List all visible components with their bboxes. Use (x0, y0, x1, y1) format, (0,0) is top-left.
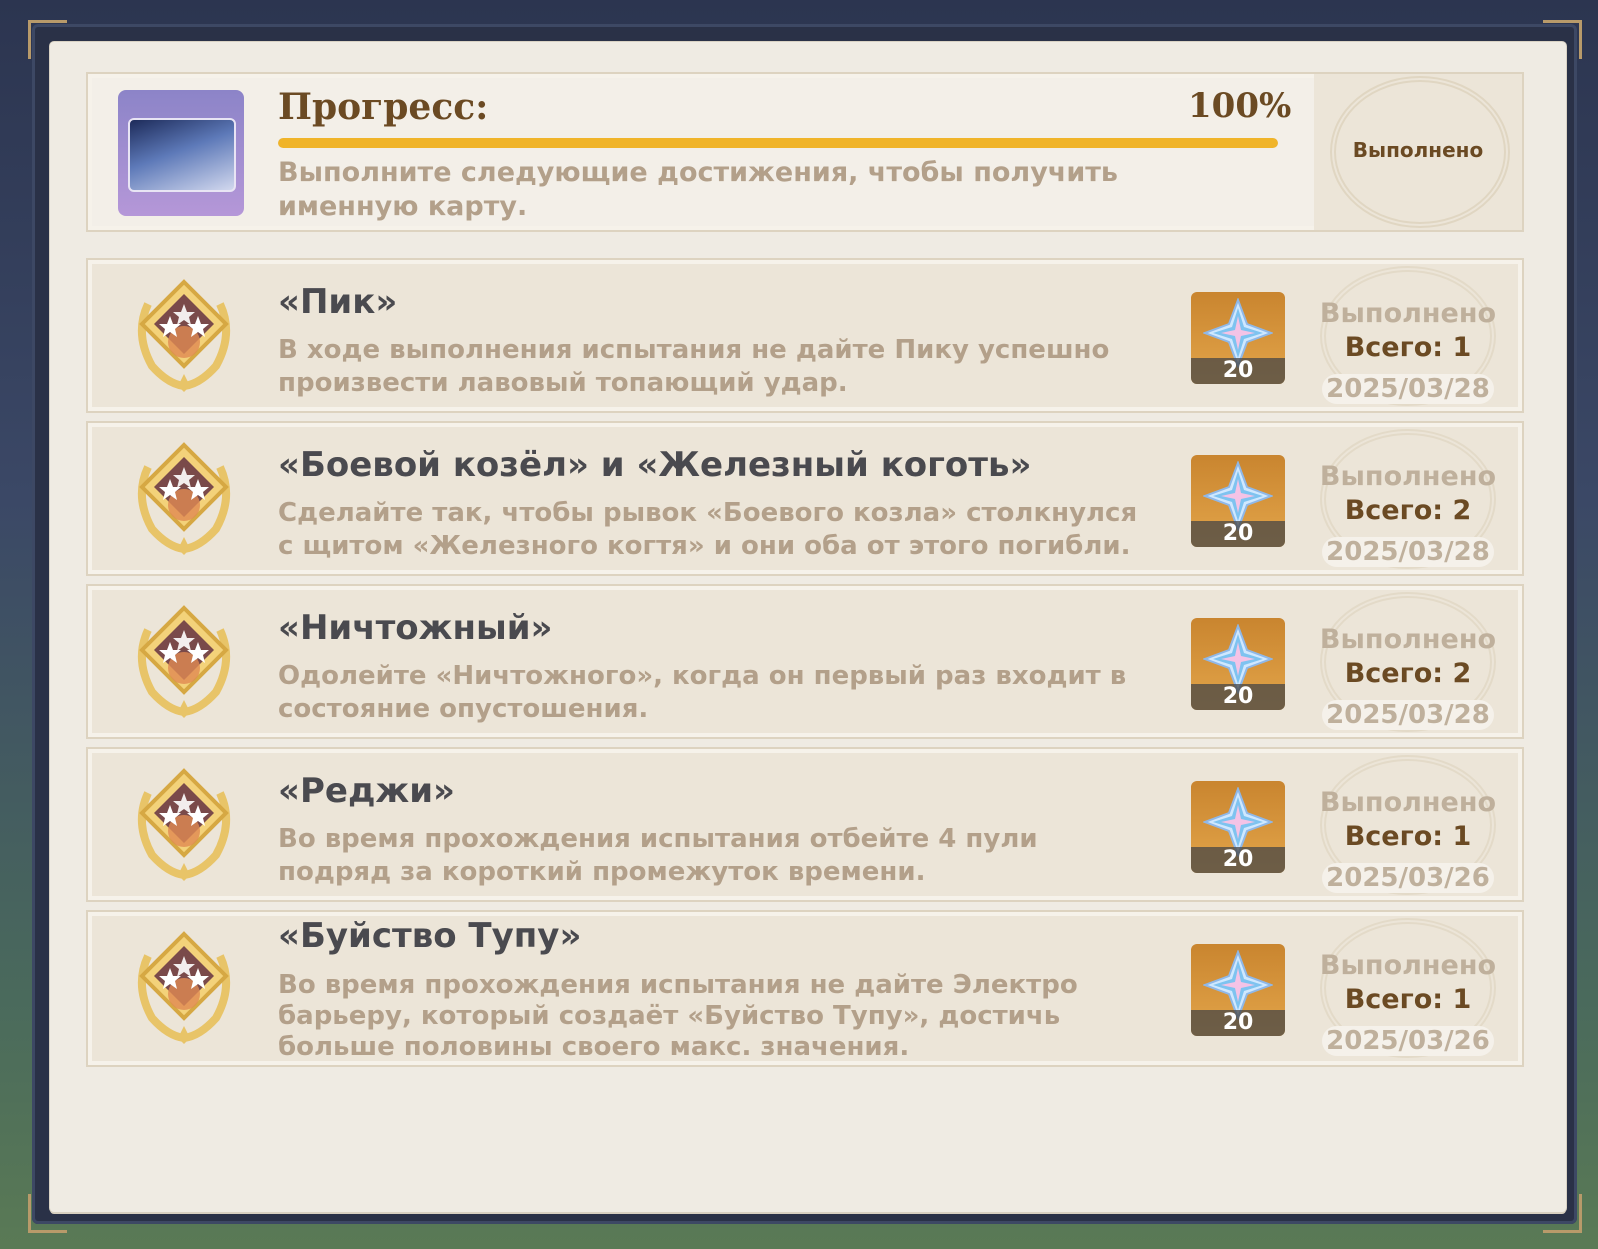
achievement-title: «Реджи» (278, 771, 456, 811)
completion-total: Всего: 1 (1344, 332, 1472, 363)
status-completed: Выполнено (1319, 461, 1497, 492)
achievement-row[interactable]: «Ничтожный» Одолейте «Ничтожного», когда… (86, 584, 1524, 739)
completion-total: Всего: 2 (1344, 658, 1472, 689)
primogem-reward[interactable]: 20 (1191, 781, 1285, 873)
reward-count: 20 (1191, 1010, 1285, 1036)
completion-date: 2025/03/28 (1322, 537, 1494, 567)
completion-status: Выполнено Всего: 1 2025/03/26 (1308, 912, 1508, 1065)
achievement-row[interactable]: «Боевой козёл» и «Железный коготь» Сдела… (86, 421, 1524, 576)
completion-status: Выполнено Всего: 2 2025/03/28 (1308, 586, 1508, 737)
completion-date: 2025/03/28 (1322, 374, 1494, 404)
reward-count: 20 (1191, 358, 1285, 384)
achievement-title: «Буйство Тупу» (278, 916, 582, 956)
completion-total: Всего: 1 (1344, 984, 1472, 1015)
completion-total: Всего: 1 (1344, 821, 1472, 852)
status-completed: Выполнено (1319, 298, 1497, 329)
namecard-preview-image (128, 118, 236, 192)
achievement-medal-icon (137, 442, 231, 555)
primogem-reward[interactable]: 20 (1191, 944, 1285, 1036)
achievement-title: «Боевой козёл» и «Железный коготь» (278, 445, 1032, 485)
achievement-description: В ходе выполнения испытания не дайте Пик… (278, 335, 1110, 398)
progress-title: Прогресс: (278, 86, 489, 128)
completion-seal-panel: Выполнено (1314, 74, 1522, 230)
primogem-reward[interactable]: 20 (1191, 292, 1285, 384)
namecard-icon[interactable] (118, 90, 244, 216)
completion-status: Выполнено Всего: 2 2025/03/28 (1308, 423, 1508, 574)
achievement-medal-icon (137, 931, 231, 1044)
achievement-row[interactable]: «Реджи» Во время прохождения испытания о… (86, 747, 1524, 902)
achievement-row[interactable]: «Буйство Тупу» Во время прохождения испы… (86, 910, 1524, 1067)
completion-date: 2025/03/28 (1322, 700, 1494, 730)
achievement-description: Во время прохождения испытания отбейте 4… (278, 824, 1038, 887)
achievement-description: Сделайте так, чтобы рывок «Боевого козла… (278, 498, 1138, 561)
achievement-description: Во время прохождения испытания не дайте … (278, 970, 1078, 1062)
completion-date: 2025/03/26 (1322, 1026, 1494, 1056)
progress-status: Выполнено (1352, 138, 1484, 162)
achievement-description: Одолейте «Ничтожного», когда он первый р… (278, 661, 1127, 724)
achievement-medal-icon (137, 279, 231, 392)
status-completed: Выполнено (1319, 950, 1497, 981)
achievement-title: «Ничтожный» (278, 608, 553, 648)
achievement-medal-icon (137, 605, 231, 718)
achievement-medal-icon (137, 768, 231, 881)
progress-description: Выполните следующие достижения, чтобы по… (278, 157, 1118, 222)
progress-bar (278, 138, 1278, 148)
progress-bar-fill (278, 138, 1278, 148)
primogem-reward[interactable]: 20 (1191, 618, 1285, 710)
status-completed: Выполнено (1319, 787, 1497, 818)
primogem-reward[interactable]: 20 (1191, 455, 1285, 547)
reward-count: 20 (1191, 684, 1285, 710)
reward-count: 20 (1191, 521, 1285, 547)
status-completed: Выполнено (1319, 624, 1497, 655)
progress-percent: 100% (1188, 86, 1292, 126)
completion-status: Выполнено Всего: 1 2025/03/28 (1308, 260, 1508, 411)
reward-count: 20 (1191, 847, 1285, 873)
achievement-title: «Пик» (278, 282, 398, 322)
completion-date: 2025/03/26 (1322, 863, 1494, 893)
completion-status: Выполнено Всего: 1 2025/03/26 (1308, 749, 1508, 900)
completion-total: Всего: 2 (1344, 495, 1472, 526)
progress-card: Прогресс: 100% Выполните следующие дости… (86, 72, 1524, 232)
achievement-row[interactable]: «Пик» В ходе выполнения испытания не дай… (86, 258, 1524, 413)
